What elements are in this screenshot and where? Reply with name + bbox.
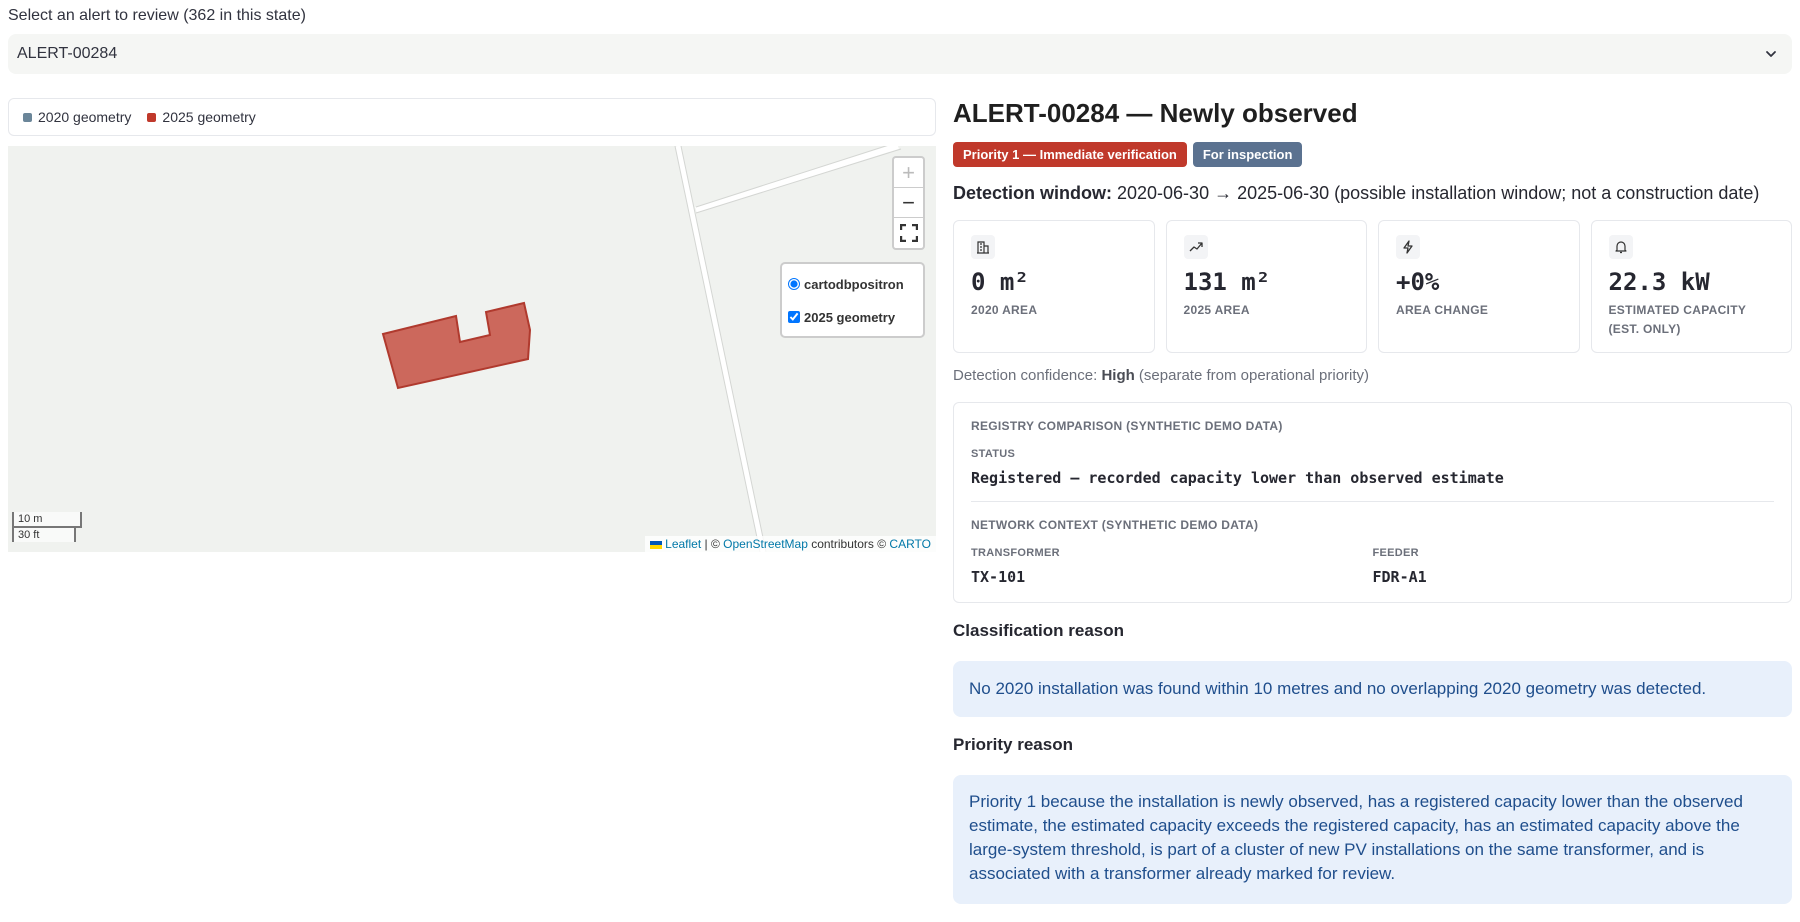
priority-reason-box: Priority 1 because the installation is n… (953, 775, 1792, 904)
carto-link[interactable]: CARTO (889, 537, 931, 551)
layer-overlay-checkbox[interactable] (788, 311, 800, 323)
legend-swatch-2020 (23, 112, 32, 122)
lightning-icon (1396, 235, 1420, 259)
metric-value-estimated-capacity: 22.3 kW (1608, 268, 1710, 296)
alert-detail-panel: ALERT-00284 — Newly observed Priority 1 … (953, 96, 1792, 904)
attribution-sep: | © (701, 537, 724, 551)
map-attribution: Leaflet | © OpenStreetMap contributors ©… (644, 536, 936, 552)
ukraine-flag-icon (649, 540, 662, 549)
layer-base-option[interactable]: cartodbpositron (788, 272, 917, 296)
detection-confidence: Detection confidence: High (separate fro… (953, 366, 1792, 386)
attribution-contributors: contributors © (807, 537, 890, 551)
confidence-suffix: (separate from operational priority) (1134, 367, 1370, 384)
metric-label-area-change: Area change (1396, 303, 1489, 317)
layer-overlay-label: 2025 geometry (804, 309, 896, 325)
network-grid: TRANSFORMER TX-101 FEEDER FDR-A1 (971, 534, 1774, 587)
metric-card-2025-area: 131 m² 2025 area (1165, 220, 1367, 353)
alert-select-label: Select an alert to review (362 in this s… (8, 7, 306, 24)
layer-control: cartodbpositron 2025 geometry (780, 262, 925, 338)
feeder-column: FEEDER FDR-A1 (1373, 534, 1775, 587)
registry-comparison-card: REGISTRY COMPARISON (SYNTHETIC DEMO DATA… (953, 402, 1792, 603)
layer-base-label: cartodbpositron (804, 276, 904, 292)
transformer-value: TX-101 (971, 568, 1026, 586)
metric-card-2020-area: 0 m² 2020 area (953, 220, 1155, 353)
alert-select[interactable]: ALERT-00284 (8, 34, 1792, 74)
zoom-out-button[interactable]: − (894, 188, 923, 218)
metrics-row: 0 m² 2020 area 131 m² 2025 area +0% Area… (953, 220, 1792, 353)
priority-badge: Priority 1 — Immediate verification (953, 142, 1187, 167)
zoom-control: + − (892, 156, 925, 250)
metric-card-estimated-capacity: 22.3 kW Estimated capacity (est. only) (1590, 220, 1792, 353)
status-value: Registered — recorded capacity lower tha… (971, 469, 1504, 487)
fullscreen-icon (899, 224, 918, 242)
priority-title: Priority reason (953, 735, 1073, 754)
metric-label-estimated-capacity: Estimated capacity (est. only) (1608, 303, 1746, 336)
map-scale: 10 m 30 ft (12, 512, 82, 542)
legend-item-2025: 2025 geometry (147, 109, 256, 125)
fullscreen-button[interactable] (894, 218, 923, 248)
legend-item-2020: 2020 geometry (23, 109, 131, 125)
legend-label-2025: 2025 geometry (162, 109, 256, 125)
building-icon (971, 235, 995, 259)
osm-link[interactable]: OpenStreetMap (723, 537, 808, 551)
leaflet-link[interactable]: Leaflet (665, 537, 701, 551)
registry-divider (971, 501, 1774, 502)
feeder-label: FEEDER (1372, 547, 1419, 559)
status-label: STATUS (971, 448, 1016, 460)
status-badge: For inspection (1192, 142, 1303, 167)
legend-swatch-2025 (147, 112, 157, 122)
metric-card-area-change: +0% Area change (1378, 220, 1580, 353)
metric-value-area-change: +0% (1396, 268, 1440, 296)
chevron-down-icon (1766, 51, 1776, 57)
map-view[interactable]: + − cartodbpositron 2025 geometry 10 m 3… (8, 146, 936, 552)
confidence-prefix: Detection confidence: (953, 367, 1102, 384)
layer-base-radio[interactable] (788, 278, 800, 290)
metric-label-2025-area: 2025 area (1183, 303, 1250, 317)
classification-title: Classification reason (953, 621, 1125, 640)
layer-overlay-option[interactable]: 2025 geometry (788, 305, 917, 329)
detection-window-label: Detection window: (953, 183, 1112, 203)
confidence-level: High (1101, 367, 1135, 384)
metric-value-2025-area: 131 m² (1183, 268, 1271, 296)
alert-select-value: ALERT-00284 (17, 45, 118, 62)
metric-label-2020-area: 2020 area (971, 303, 1038, 317)
scale-imperial: 30 ft (12, 526, 76, 542)
metric-value-2020-area: 0 m² (971, 268, 1029, 296)
feeder-value: FDR-A1 (1372, 568, 1427, 586)
network-heading: NETWORK CONTEXT (SYNTHETIC DEMO DATA) (971, 518, 1259, 532)
detection-window: Detection window: 2020-06-30 → 2025-06-3… (953, 180, 1792, 206)
zoom-in-button[interactable]: + (894, 158, 923, 188)
transformer-column: TRANSFORMER TX-101 (971, 534, 1373, 587)
trend-up-icon (1183, 235, 1208, 259)
legend-label-2020: 2020 geometry (38, 109, 132, 125)
map-tiles (381, 146, 902, 552)
alert-title: ALERT-00284 — Newly observed (953, 98, 1358, 128)
polygon-2025-geometry (381, 301, 532, 390)
registry-heading: REGISTRY COMPARISON (SYNTHETIC DEMO DATA… (971, 419, 1283, 433)
detection-window-value: 2020-06-30 → 2025-06-30 (possible instal… (1112, 183, 1760, 203)
bell-icon (1608, 235, 1633, 259)
alert-badges: Priority 1 — Immediate verification For … (953, 142, 1792, 167)
map-legend: 2020 geometry 2025 geometry (8, 98, 936, 136)
classification-reason-box: No 2020 installation was found within 10… (953, 661, 1792, 717)
transformer-label: TRANSFORMER (971, 547, 1060, 559)
